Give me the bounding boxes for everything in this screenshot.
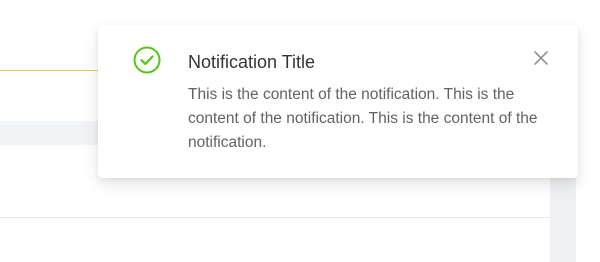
check-circle-icon	[133, 46, 161, 74]
close-icon[interactable]	[532, 49, 550, 67]
page-background: Notification Title This is the content o…	[0, 0, 600, 262]
notification-content: This is the content of the notification.…	[188, 86, 538, 151]
row-divider	[0, 217, 550, 218]
notification-title: Notification Title	[188, 52, 316, 72]
scrollbar-track[interactable]	[550, 175, 576, 262]
accent-underline	[0, 70, 100, 71]
notification-card: Notification Title This is the content o…	[98, 25, 578, 178]
